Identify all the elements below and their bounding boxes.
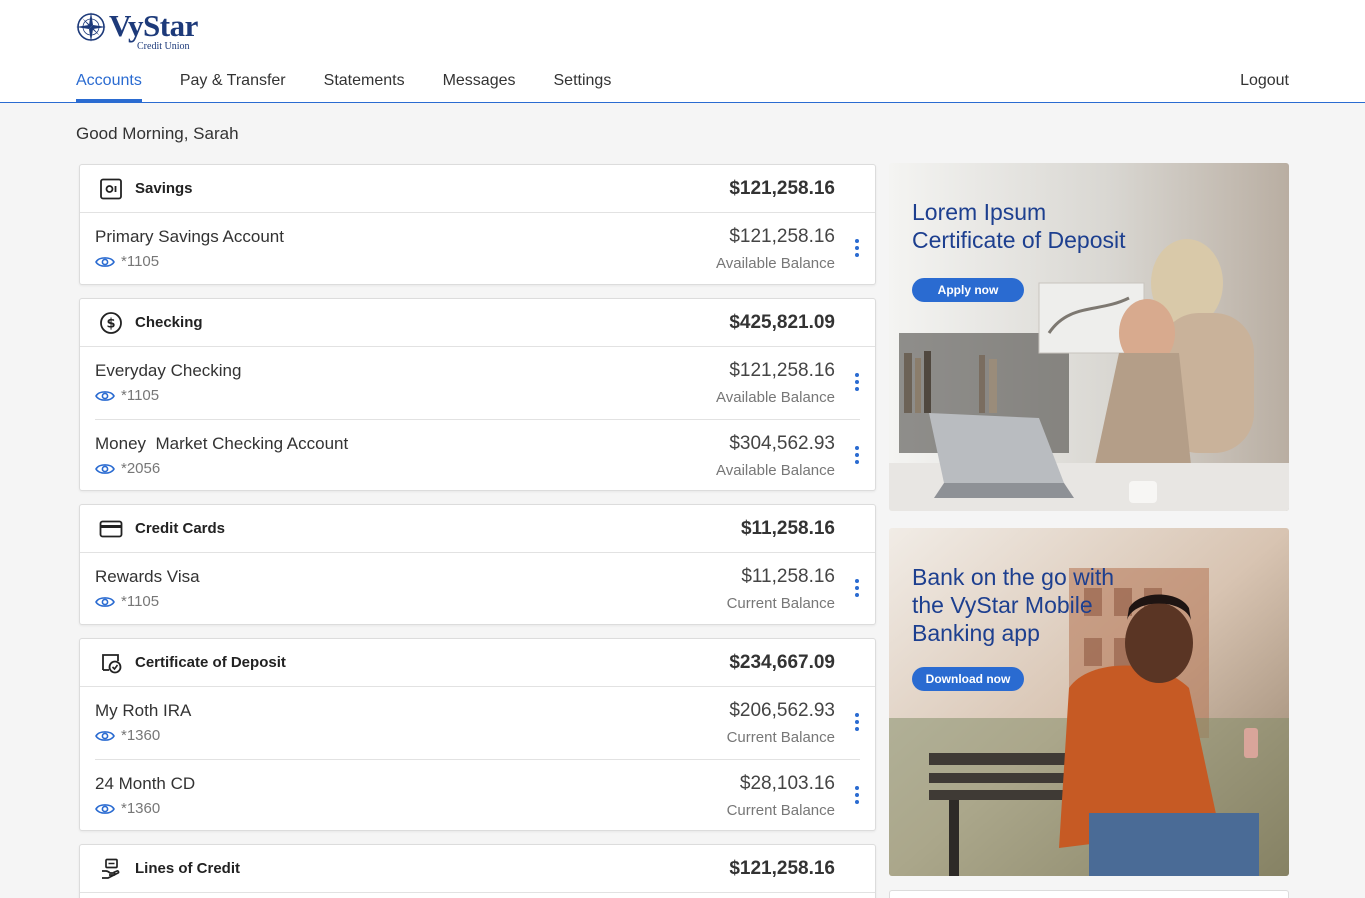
nav-pay-transfer[interactable]: Pay & Transfer [180, 72, 286, 102]
credit-cards-card: Credit Cards $11,258.16 Rewards Visa *11… [79, 504, 876, 625]
eye-icon[interactable] [95, 462, 115, 476]
account-balance: $121,258.16 [729, 360, 835, 381]
apply-now-button[interactable]: Apply now [912, 278, 1024, 302]
logout-link[interactable]: Logout [1240, 72, 1289, 90]
account-balance: $121,258.16 [729, 226, 835, 247]
account-number-row: *1360 [95, 800, 160, 817]
nav-messages[interactable]: Messages [443, 72, 516, 102]
card-header: $ Checking $425,821.09 [80, 299, 875, 347]
account-row[interactable]: My Roth IRA *1360 $206,562.93 Current Ba… [95, 687, 860, 759]
vystar-logo[interactable]: VyStar Credit Union [76, 8, 206, 54]
account-balance: $206,562.93 [729, 700, 835, 721]
nav-settings[interactable]: Settings [554, 72, 612, 102]
account-number: *1360 [121, 800, 161, 817]
account-number-row: *2056 [95, 460, 160, 477]
account-number: *1105 [121, 593, 160, 610]
balance-label: Available Balance [716, 255, 835, 272]
certificate-of-deposit-card: Certificate of Deposit $234,667.09 My Ro… [79, 638, 876, 831]
account-row[interactable]: Everyday Checking *1105 $121,258.16 Avai… [95, 347, 860, 419]
main-nav: Accounts Pay & Transfer Statements Messa… [76, 72, 649, 102]
account-number-row: *1360 [95, 727, 160, 744]
eye-icon[interactable] [95, 802, 115, 816]
promo-certificate-banner[interactable]: Lorem Ipsum Certificate of Deposit Apply… [889, 163, 1289, 511]
account-name: My Roth IRA [95, 701, 192, 720]
card-header: Credit Cards $11,258.16 [80, 505, 875, 553]
compass-icon [76, 12, 106, 42]
account-name: Primary Savings Account [95, 227, 284, 246]
card-header: Lines of Credit $121,258.16 [80, 845, 875, 893]
category-total: $121,258.16 [729, 858, 835, 879]
eye-icon[interactable] [95, 595, 115, 609]
category-title: Credit Cards [135, 520, 226, 537]
promo-title-line: Lorem Ipsum [912, 199, 1047, 225]
card-header: Certificate of Deposit $234,667.09 [80, 639, 875, 687]
top-header: VyStar Credit Union Accounts Pay & Trans… [0, 0, 1365, 103]
eye-icon[interactable] [95, 389, 115, 403]
account-name: Rewards Visa [95, 567, 200, 586]
svg-text:$: $ [106, 317, 115, 332]
account-name: Money Market Checking Account [95, 434, 349, 453]
category-total: $234,667.09 [729, 652, 835, 673]
account-row[interactable]: Rewards Visa *1105 $11,258.16 Current Ba… [95, 553, 860, 625]
account-row[interactable]: 24 Month CD *1360 $28,103.16 Current Bal… [95, 759, 860, 831]
more-options-icon[interactable] [854, 579, 860, 599]
category-total: $11,258.16 [740, 518, 835, 539]
category-title: Certificate of Deposit [135, 654, 286, 671]
account-number-row: *1105 [95, 593, 159, 610]
more-options-icon[interactable] [854, 713, 860, 733]
category-total: $425,821.09 [729, 312, 835, 333]
hand-money-icon [102, 858, 120, 879]
checking-card: $ Checking $425,821.09 Everyday Checking… [79, 298, 876, 491]
account-balance: $304,562.93 [729, 433, 835, 454]
account-number: *1105 [121, 253, 160, 270]
category-title: Checking [135, 314, 203, 331]
download-now-button[interactable]: Download now [912, 667, 1024, 691]
category-title: Savings [135, 180, 193, 197]
nav-statements[interactable]: Statements [324, 72, 405, 102]
savings-card: Savings $121,258.16 Primary Savings Acco… [79, 164, 876, 285]
certificate-icon [102, 654, 122, 674]
account-number: *1105 [121, 387, 160, 404]
more-options-icon[interactable] [854, 239, 860, 259]
lines-of-credit-card: Lines of Credit $121,258.16 [79, 844, 876, 898]
balance-label: Current Balance [726, 802, 835, 819]
dollar-circle-icon: $ [100, 312, 122, 334]
eye-icon[interactable] [95, 729, 115, 743]
account-number-row: *1105 [95, 253, 159, 270]
promo-title-line: the VyStar Mobile [912, 592, 1093, 618]
promo-title-line: Banking app [912, 620, 1040, 646]
promo-title-line: Certificate of Deposit [912, 227, 1126, 253]
category-total: $121,258.16 [729, 178, 835, 199]
account-name: 24 Month CD [95, 774, 196, 793]
card-header: Savings $121,258.16 [80, 165, 875, 213]
promo-title-line: Bank on the go with [912, 564, 1115, 590]
promo-card-partial [889, 890, 1289, 898]
logo-subtitle: Credit Union [137, 41, 190, 52]
eye-icon[interactable] [95, 255, 115, 269]
account-balance: $11,258.16 [741, 566, 835, 587]
account-number: *1360 [121, 727, 161, 744]
nav-accounts[interactable]: Accounts [76, 72, 142, 102]
account-row[interactable]: Money Market Checking Account *2056 $304… [95, 419, 860, 491]
more-options-icon[interactable] [854, 786, 860, 806]
logo-wordmark: VyStar [109, 8, 198, 43]
promo-mobile-app-banner[interactable]: Bank on the go with the VyStar Mobile Ba… [889, 528, 1289, 876]
account-number-row: *1105 [95, 387, 159, 404]
account-number: *2056 [121, 460, 161, 477]
category-title: Lines of Credit [135, 860, 241, 877]
more-options-icon[interactable] [854, 373, 860, 393]
balance-label: Available Balance [716, 389, 835, 406]
safe-icon [100, 178, 122, 200]
balance-label: Current Balance [726, 595, 835, 612]
account-name: Everyday Checking [95, 361, 242, 380]
credit-card-icon [99, 520, 123, 538]
balance-label: Available Balance [716, 462, 835, 479]
account-balance: $28,103.16 [739, 773, 835, 794]
account-row[interactable]: Primary Savings Account *1105 $121,258.1… [95, 213, 860, 285]
greeting: Good Morning, Sarah [76, 124, 239, 143]
more-options-icon[interactable] [854, 446, 860, 466]
balance-label: Current Balance [726, 729, 835, 746]
